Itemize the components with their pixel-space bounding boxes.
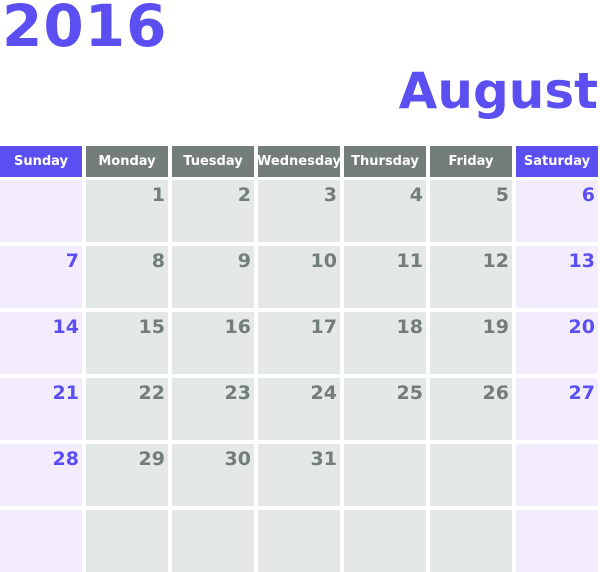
week-row: [0, 510, 600, 572]
day-cell[interactable]: 13: [516, 246, 598, 308]
day-number: 1: [151, 184, 165, 206]
day-cell[interactable]: [0, 510, 82, 572]
day-number: 13: [568, 250, 595, 272]
day-cell[interactable]: 14: [0, 312, 82, 374]
day-number: 21: [52, 382, 79, 404]
day-cell[interactable]: [0, 180, 82, 242]
day-cell[interactable]: 10: [258, 246, 340, 308]
day-number: 18: [396, 316, 423, 338]
day-cell[interactable]: 23: [172, 378, 254, 440]
weekday-header-row: Sunday Monday Tuesday Wednesday Thursday…: [0, 146, 600, 177]
day-cell[interactable]: [344, 510, 426, 572]
day-number: 28: [52, 448, 79, 470]
day-cell[interactable]: [516, 510, 598, 572]
day-cell[interactable]: 8: [86, 246, 168, 308]
day-cell[interactable]: 30: [172, 444, 254, 506]
weekday-header-thursday: Thursday: [344, 146, 426, 177]
day-cell[interactable]: [258, 510, 340, 572]
day-cell[interactable]: 31: [258, 444, 340, 506]
day-number: 22: [138, 382, 165, 404]
calendar-grid: Sunday Monday Tuesday Wednesday Thursday…: [0, 146, 600, 572]
day-cell[interactable]: 5: [430, 180, 512, 242]
day-cell[interactable]: 20: [516, 312, 598, 374]
day-cell[interactable]: [172, 510, 254, 572]
year-title: 2016: [2, 0, 168, 60]
month-title: August: [398, 62, 598, 120]
day-cell[interactable]: 6: [516, 180, 598, 242]
day-cell[interactable]: 3: [258, 180, 340, 242]
day-number: 5: [495, 184, 509, 206]
day-number: 15: [138, 316, 165, 338]
day-cell[interactable]: 26: [430, 378, 512, 440]
day-number: 19: [482, 316, 509, 338]
day-cell[interactable]: 28: [0, 444, 82, 506]
day-number: 14: [52, 316, 79, 338]
day-number: 6: [581, 184, 595, 206]
day-cell[interactable]: 19: [430, 312, 512, 374]
weekday-header-saturday: Saturday: [516, 146, 598, 177]
day-number: 9: [237, 250, 251, 272]
day-cell[interactable]: 11: [344, 246, 426, 308]
day-cell[interactable]: 16: [172, 312, 254, 374]
day-cell[interactable]: 1: [86, 180, 168, 242]
day-number: 4: [409, 184, 423, 206]
day-cell[interactable]: 25: [344, 378, 426, 440]
day-cell[interactable]: [516, 444, 598, 506]
week-row: 21 22 23 24 25 26 27: [0, 378, 600, 440]
day-cell[interactable]: [430, 444, 512, 506]
day-number: 20: [568, 316, 595, 338]
weekday-header-wednesday: Wednesday: [257, 146, 341, 177]
day-cell[interactable]: [430, 510, 512, 572]
weekday-header-tuesday: Tuesday: [172, 146, 254, 177]
week-row: 28 29 30 31: [0, 444, 600, 506]
day-number: 30: [224, 448, 251, 470]
week-row: 14 15 16 17 18 19 20: [0, 312, 600, 374]
day-number: 25: [396, 382, 423, 404]
day-cell[interactable]: 29: [86, 444, 168, 506]
day-number: 11: [396, 250, 423, 272]
day-number: 27: [568, 382, 595, 404]
day-cell[interactable]: 17: [258, 312, 340, 374]
day-cell[interactable]: 4: [344, 180, 426, 242]
day-cell[interactable]: 27: [516, 378, 598, 440]
weekday-header-friday: Friday: [430, 146, 512, 177]
day-cell[interactable]: [86, 510, 168, 572]
day-number: 23: [224, 382, 251, 404]
day-number: 12: [482, 250, 509, 272]
weekday-header-monday: Monday: [86, 146, 168, 177]
day-number: 29: [138, 448, 165, 470]
weeks: 1 2 3 4 5 6 7 8 9 10 11 12 13 14 15 16 17 18 19 20 21 22 23 24 2…: [0, 180, 600, 572]
day-cell[interactable]: 2: [172, 180, 254, 242]
day-number: 7: [65, 250, 79, 272]
week-row: 7 8 9 10 11 12 13: [0, 246, 600, 308]
day-cell[interactable]: 15: [86, 312, 168, 374]
day-cell[interactable]: 18: [344, 312, 426, 374]
day-number: 8: [151, 250, 165, 272]
day-number: 10: [310, 250, 337, 272]
day-number: 3: [323, 184, 337, 206]
day-number: 2: [237, 184, 251, 206]
day-cell[interactable]: [344, 444, 426, 506]
day-cell[interactable]: 7: [0, 246, 82, 308]
day-number: 16: [224, 316, 251, 338]
day-cell[interactable]: 24: [258, 378, 340, 440]
day-cell[interactable]: 9: [172, 246, 254, 308]
day-number: 24: [310, 382, 337, 404]
day-number: 31: [310, 448, 337, 470]
day-cell[interactable]: 21: [0, 378, 82, 440]
day-cell[interactable]: 12: [430, 246, 512, 308]
week-row: 1 2 3 4 5 6: [0, 180, 600, 242]
day-cell[interactable]: 22: [86, 378, 168, 440]
weekday-header-sunday: Sunday: [0, 146, 82, 177]
day-number: 26: [482, 382, 509, 404]
day-number: 17: [310, 316, 337, 338]
